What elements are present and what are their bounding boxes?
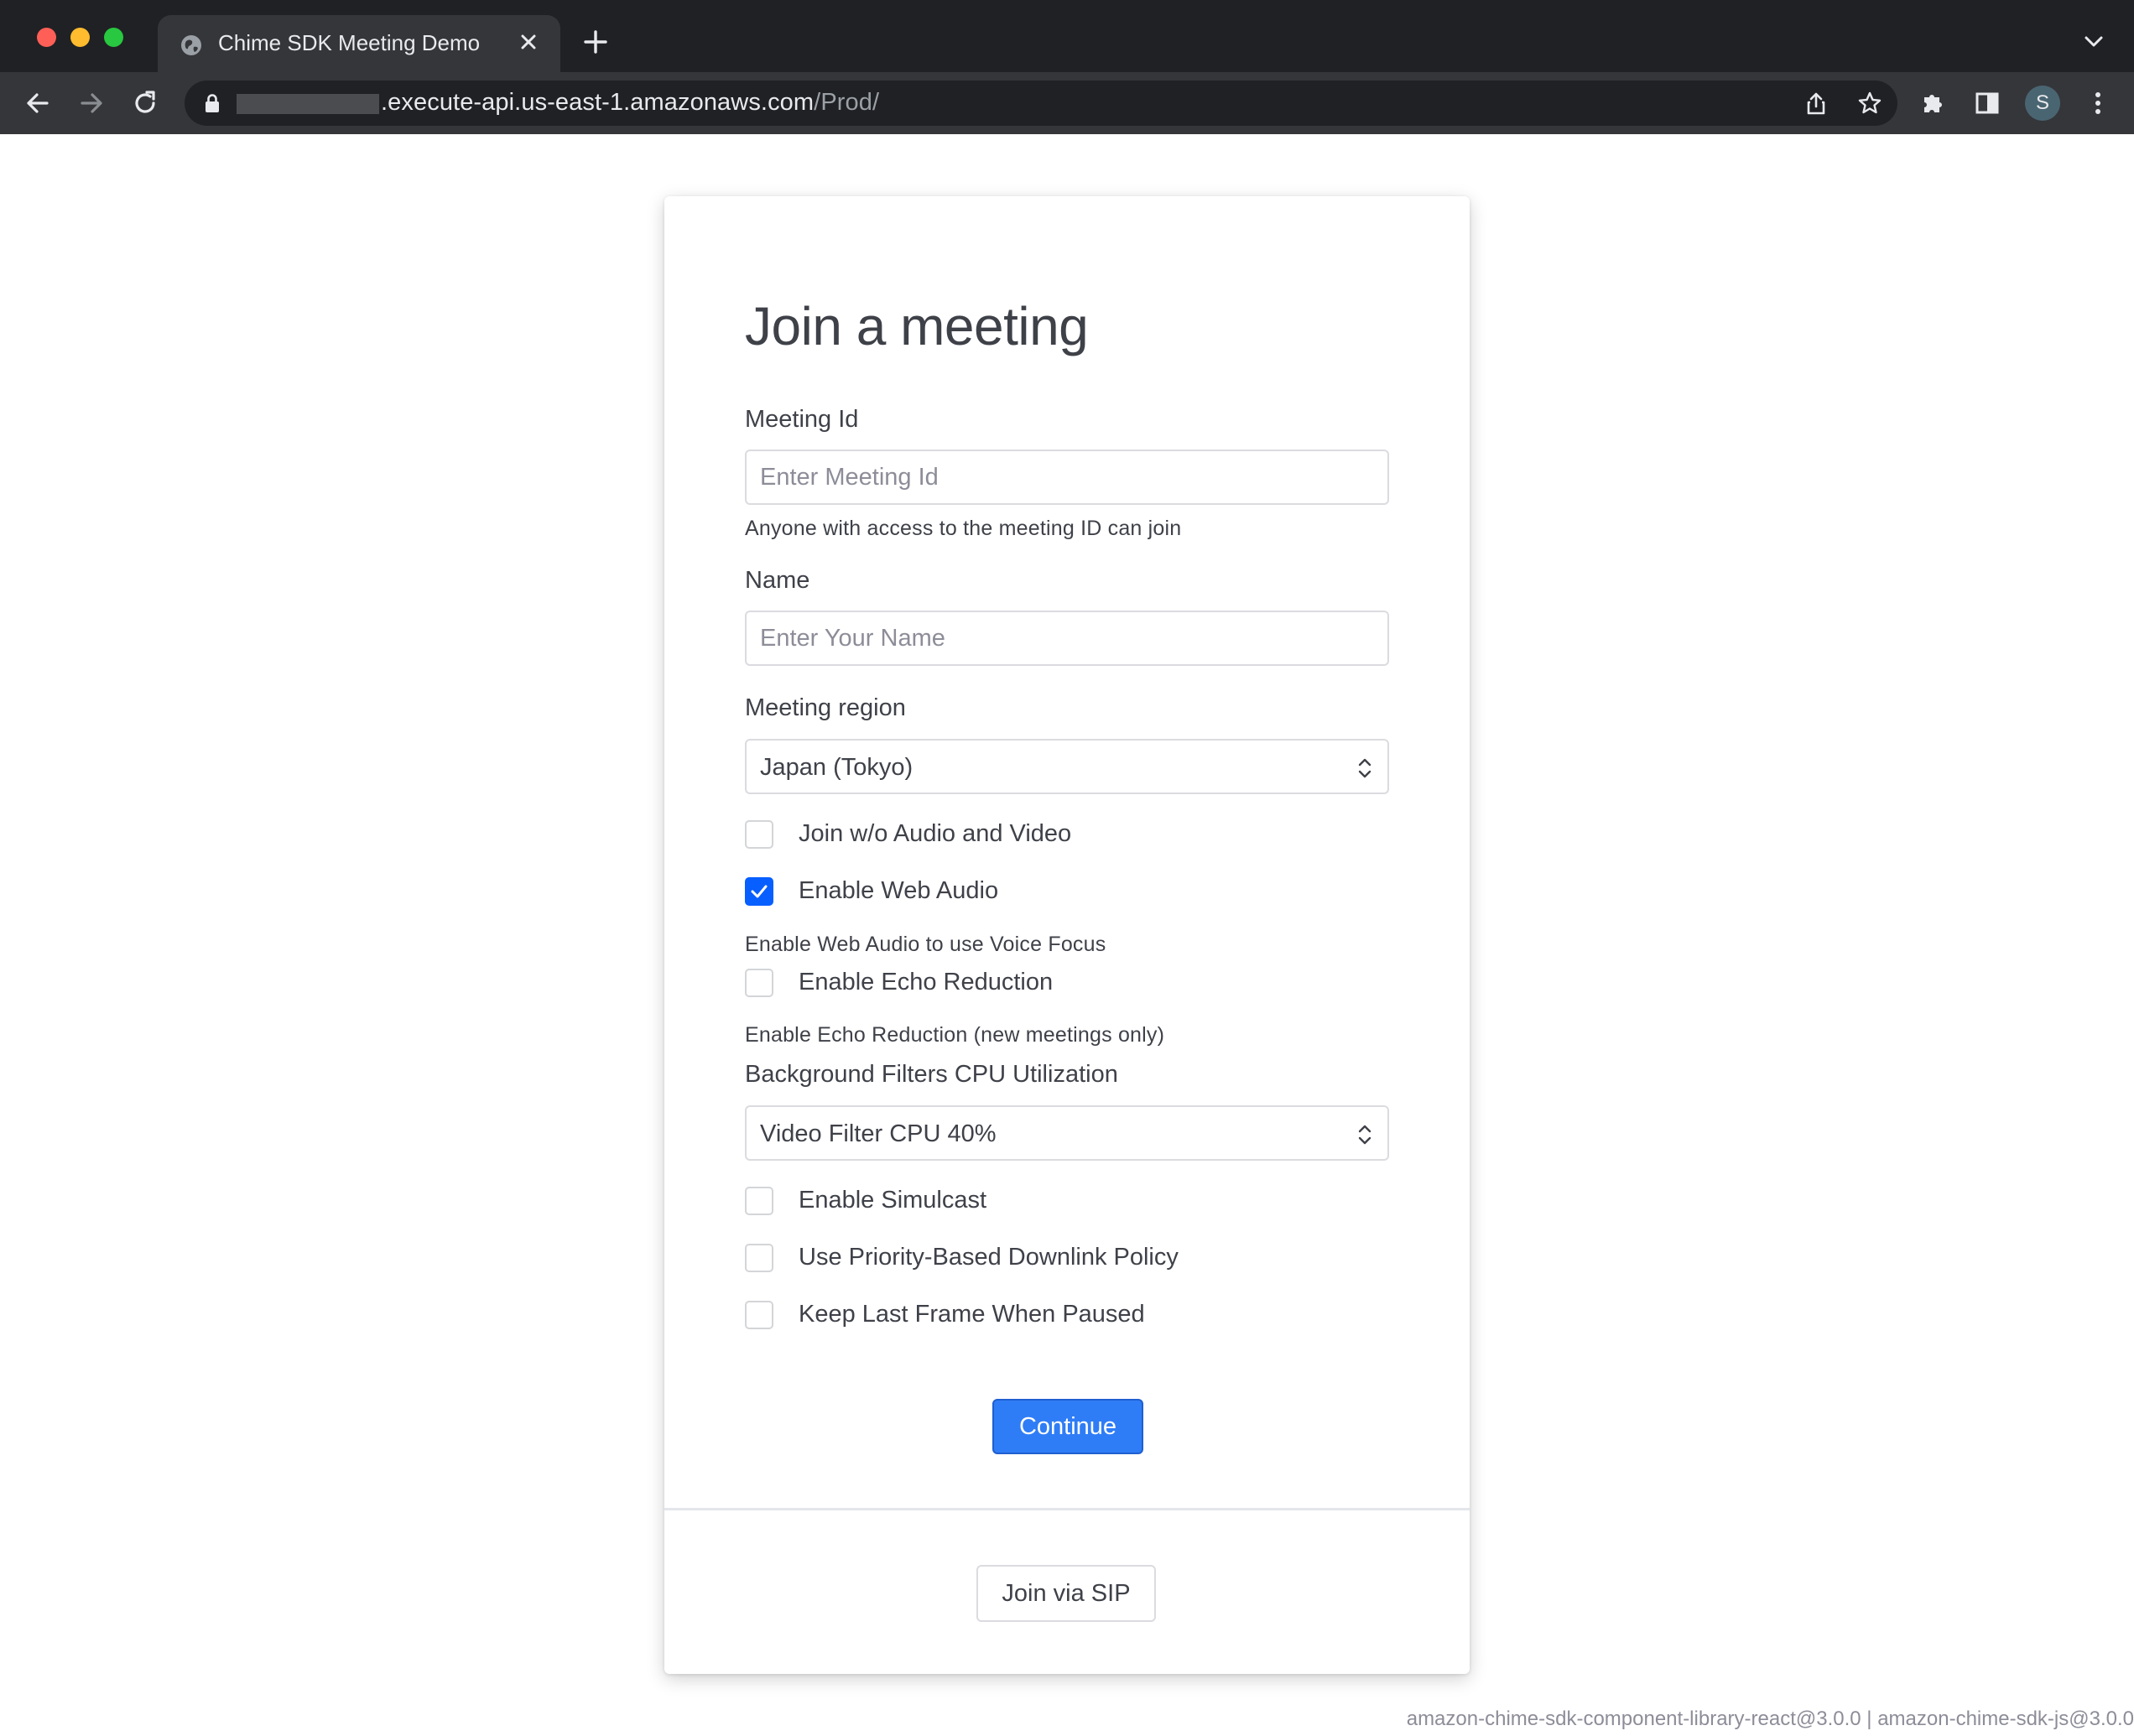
window-close-button[interactable] [37, 28, 56, 47]
simulcast-checkbox[interactable] [745, 1187, 773, 1215]
side-panel-icon[interactable] [1973, 89, 2001, 117]
no-audio-video-checkbox[interactable] [745, 820, 773, 849]
bookmark-star-icon[interactable] [1857, 91, 1882, 116]
cpu-utilization-select[interactable]: Video Filter CPU 40% [745, 1105, 1389, 1161]
tab-title: Chime SDK Meeting Demo [218, 30, 481, 55]
globe-icon [181, 35, 201, 55]
extensions-puzzle-icon[interactable] [1919, 89, 1948, 117]
simulcast-label: Enable Simulcast [799, 1187, 987, 1214]
meeting-id-label: Meeting Id [745, 406, 859, 433]
no-audio-video-label: Join w/o Audio and Video [799, 820, 1072, 847]
echo-reduction-label: Enable Echo Reduction [799, 969, 1054, 995]
meeting-id-hint: Anyone with access to the meeting ID can… [745, 517, 1182, 540]
meeting-region-value: Japan (Tokyo) [760, 754, 913, 781]
close-icon[interactable] [515, 29, 542, 55]
version-footer: amazon-chime-sdk-component-library-react… [1406, 1707, 2134, 1730]
profile-avatar[interactable]: S [2025, 86, 2060, 121]
url-redacted-segment [237, 94, 379, 114]
browser-toolbar: .execute-api.us-east-1.amazonaws.com/Pro… [0, 72, 2134, 134]
priority-downlink-checkbox[interactable] [745, 1244, 773, 1272]
cpu-utilization-value: Video Filter CPU 40% [760, 1120, 997, 1147]
select-caret-icon [1358, 758, 1371, 778]
meeting-region-label: Meeting region [745, 694, 906, 721]
card-divider [664, 1508, 1470, 1510]
back-arrow-icon[interactable] [22, 87, 54, 119]
priority-downlink-label: Use Priority-Based Downlink Policy [799, 1244, 1179, 1271]
checkmark-icon [751, 885, 768, 898]
keep-last-frame-label: Keep Last Frame When Paused [799, 1301, 1145, 1328]
new-tab-plus-icon[interactable] [582, 29, 609, 55]
echo-reduction-checkbox[interactable] [745, 969, 773, 997]
share-icon[interactable] [1803, 91, 1829, 116]
url-host: .execute-api.us-east-1.amazonaws.com [381, 89, 815, 116]
echo-reduction-hint: Enable Echo Reduction (new meetings only… [745, 1023, 1165, 1047]
web-audio-label: Enable Web Audio [799, 877, 999, 904]
url-path: /Prod/ [814, 89, 880, 116]
name-label: Name [745, 567, 810, 594]
address-bar[interactable]: .execute-api.us-east-1.amazonaws.com/Pro… [185, 81, 1897, 126]
kebab-menu-icon[interactable] [2084, 89, 2112, 117]
web-audio-hint: Enable Web Audio to use Voice Focus [745, 933, 1106, 956]
join-via-sip-button[interactable]: Join via SIP [976, 1565, 1156, 1622]
keep-last-frame-checkbox[interactable] [745, 1301, 773, 1329]
continue-button[interactable]: Continue [992, 1399, 1143, 1454]
cpu-utilization-label: Background Filters CPU Utilization [745, 1061, 1118, 1088]
url-text: .execute-api.us-east-1.amazonaws.com/Pro… [381, 89, 879, 117]
meeting-region-select[interactable]: Japan (Tokyo) [745, 739, 1389, 794]
page-title: Join a meeting [745, 296, 1089, 356]
browser-chrome: Chime SDK Meeting Demo .execute-api.us-e… [0, 0, 2134, 134]
meeting-id-input[interactable] [745, 450, 1389, 505]
reload-icon[interactable] [129, 87, 161, 119]
browser-tab-active[interactable]: Chime SDK Meeting Demo [158, 15, 560, 72]
join-meeting-card: Join a meeting Meeting Id Anyone with ac… [664, 196, 1470, 1674]
window-zoom-button[interactable] [104, 28, 123, 47]
window-minimize-button[interactable] [70, 28, 90, 47]
lock-icon[interactable] [203, 93, 221, 113]
name-input[interactable] [745, 611, 1389, 666]
chevron-down-icon[interactable] [2084, 34, 2104, 50]
forward-arrow-icon[interactable] [75, 87, 107, 119]
select-caret-icon [1358, 1125, 1371, 1145]
web-audio-checkbox[interactable] [745, 877, 773, 906]
